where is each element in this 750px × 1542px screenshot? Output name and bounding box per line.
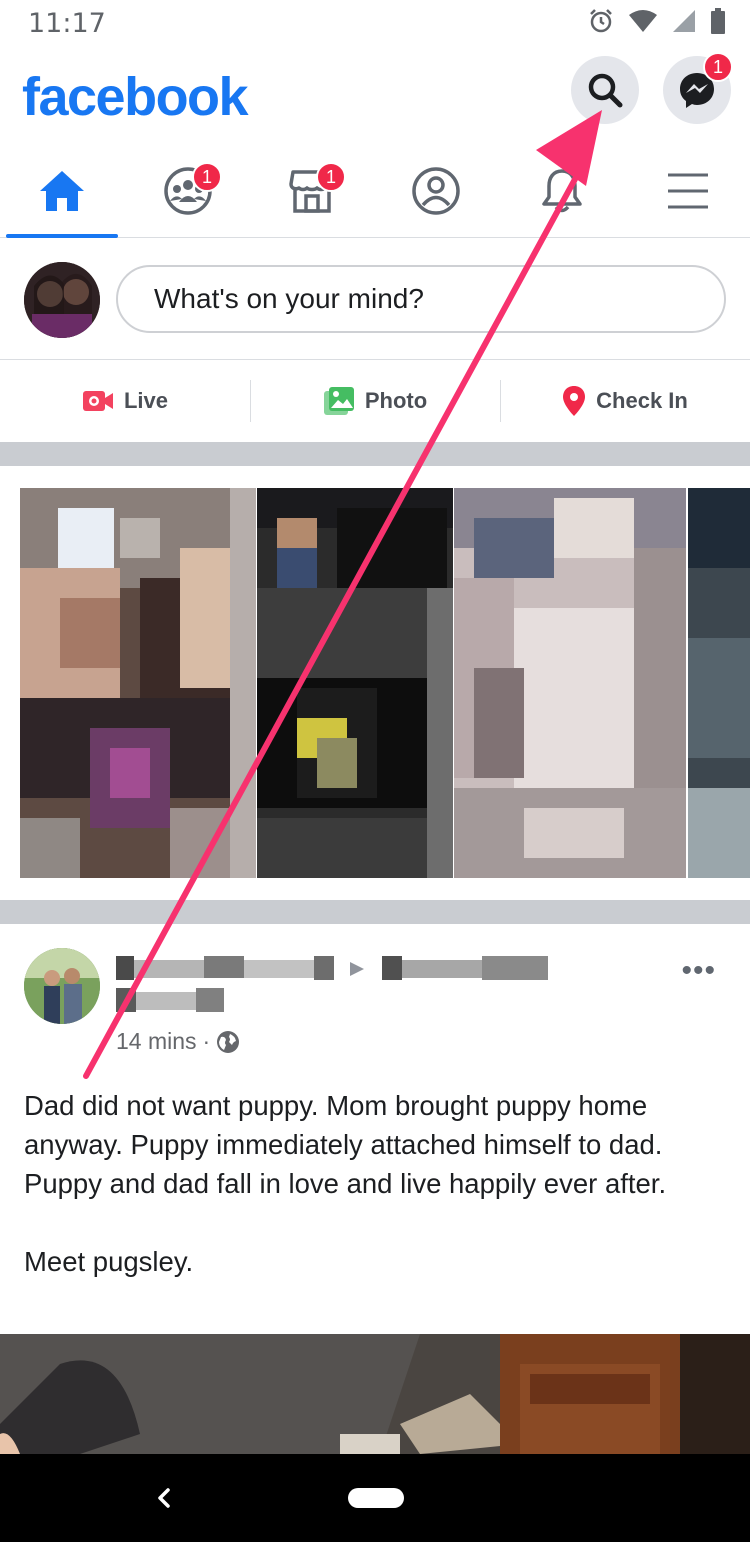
profile-icon (412, 167, 460, 215)
location-pin-icon (563, 386, 586, 416)
groups-badge: 1 (192, 162, 222, 192)
cell-signal-icon (673, 10, 695, 32)
photo-icon (323, 387, 354, 415)
live-label: Live (123, 388, 169, 413)
post-body-text: Dad did not want puppy. Mom brought pupp… (24, 1090, 667, 1277)
post-image (0, 1334, 750, 1454)
post-meta: 14 mins · (116, 1028, 240, 1055)
story-thumbnail (454, 488, 686, 878)
post-photo[interactable] (0, 1334, 750, 1454)
battery-icon (711, 8, 725, 34)
check-in-button[interactable]: Check In (500, 360, 750, 442)
story-card[interactable] (20, 488, 256, 878)
live-button[interactable]: Live (0, 360, 250, 442)
post-author-avatar[interactable] (24, 948, 100, 1024)
facebook-logo[interactable]: facebook (22, 66, 249, 128)
story-thumbnail (257, 488, 453, 878)
globe-icon (217, 1030, 240, 1053)
feed-post: ••• 14 mins · Dad did not want puppy. Mo… (0, 924, 750, 1454)
post-more-button[interactable]: ••• (681, 954, 716, 988)
status-icons (588, 8, 726, 34)
check-in-label: Check In (596, 388, 688, 413)
search-icon (588, 73, 623, 108)
tab-marketplace[interactable]: 1 (250, 144, 374, 238)
tab-menu[interactable] (626, 144, 750, 238)
nav-tabs: 1 1 (0, 144, 750, 238)
tab-groups[interactable]: 1 (126, 144, 250, 238)
tab-profile[interactable] (374, 144, 498, 238)
composer: What's on your mind? (0, 238, 750, 360)
feed-divider (0, 442, 750, 466)
story-card[interactable] (454, 488, 686, 878)
status-composer-input[interactable]: What's on your mind? (116, 265, 726, 333)
composer-actions: Live Photo Check In (0, 360, 750, 442)
story-card[interactable] (688, 488, 750, 878)
wifi-icon (629, 10, 657, 32)
status-time: 11:17 (28, 8, 106, 39)
status-bar: 11:17 (0, 0, 750, 48)
story-thumbnail (20, 488, 256, 878)
tab-home[interactable] (0, 144, 124, 238)
messenger-button[interactable]: 1 (663, 52, 733, 124)
home-icon (40, 171, 84, 211)
live-video-icon (82, 391, 113, 411)
tab-notifications[interactable] (500, 144, 624, 238)
story-card[interactable] (257, 488, 453, 878)
post-timestamp[interactable]: 14 mins (116, 1028, 197, 1055)
app-header: facebook 1 (0, 48, 750, 144)
avatar-photo (24, 948, 100, 1024)
photo-label: Photo (364, 388, 428, 413)
stories-tray[interactable] (0, 466, 750, 900)
photo-button[interactable]: Photo (250, 360, 500, 442)
avatar-photo (24, 262, 100, 338)
back-icon[interactable] (150, 1480, 180, 1516)
android-nav-bar (0, 1454, 750, 1542)
story-thumbnail (688, 488, 750, 878)
composer-avatar[interactable] (24, 262, 100, 338)
messenger-badge: 1 (703, 52, 733, 82)
home-pill[interactable] (348, 1488, 404, 1508)
bell-icon (542, 169, 582, 213)
menu-icon (668, 173, 708, 209)
marketplace-badge: 1 (316, 162, 346, 192)
feed-divider (0, 900, 750, 924)
meta-separator: · (202, 1028, 211, 1054)
alarm-icon (590, 9, 612, 33)
search-button[interactable] (571, 56, 639, 124)
